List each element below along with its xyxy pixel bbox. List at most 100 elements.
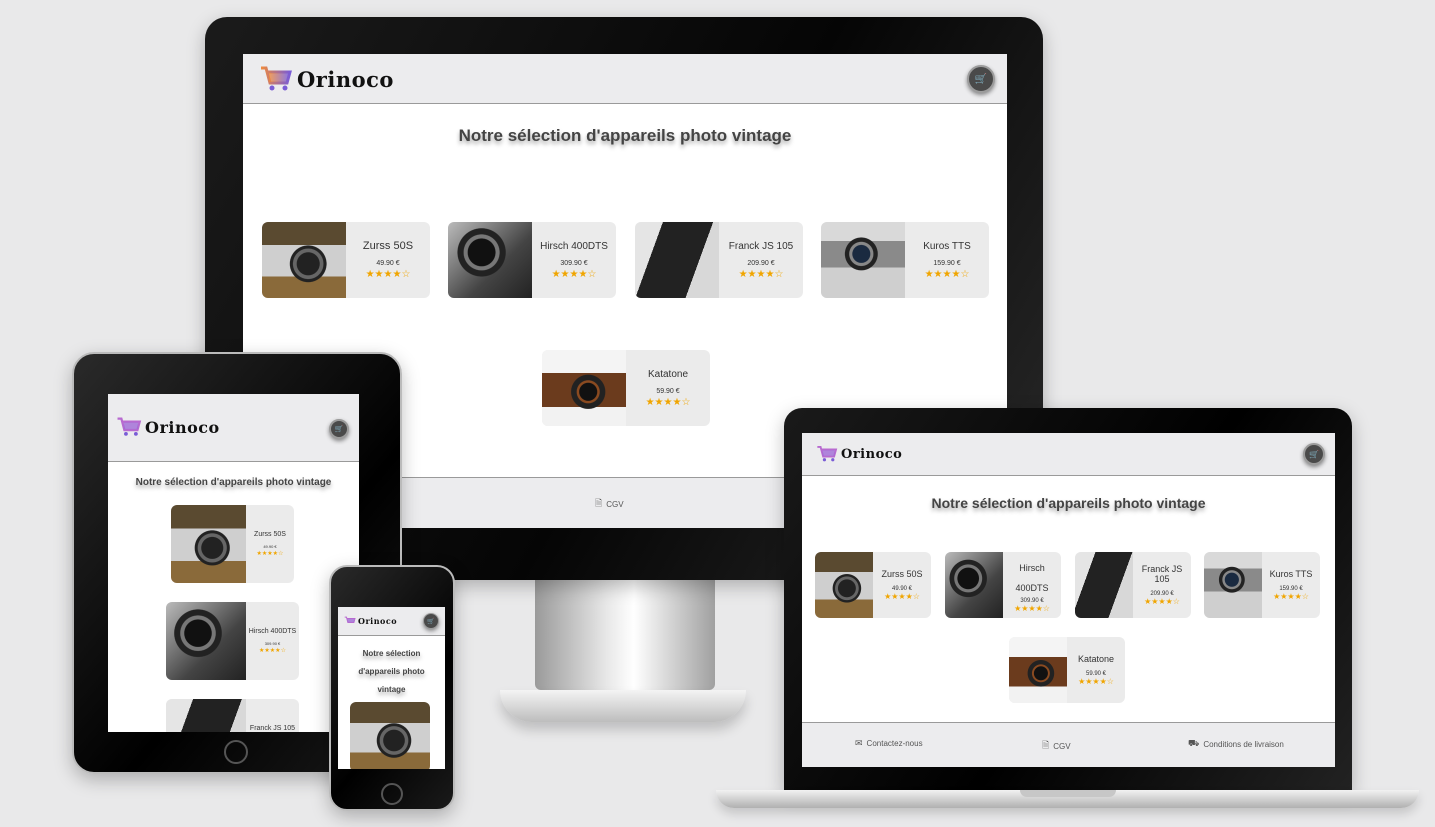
product-name: Hirsch 400DTS xyxy=(540,240,608,252)
product-card[interactable]: Hirsch 400DTS 309.90 € ★★★★☆ xyxy=(448,222,616,298)
rating-stars: ★★★★☆ xyxy=(1014,603,1050,613)
footer-contact-link[interactable]: ✉ Contactez-nous xyxy=(855,738,923,749)
cart-icon: 🛒 xyxy=(427,618,435,625)
site-logo[interactable]: Orinoco xyxy=(116,416,220,438)
cart-button[interactable]: 🛒 xyxy=(329,419,349,439)
product-name: Franck JS 105 xyxy=(1141,564,1183,584)
product-name: Franck JS 105 xyxy=(249,725,296,732)
product-name: Franck JS 105 xyxy=(728,240,794,252)
rating-stars: ★★★★☆ xyxy=(256,551,284,557)
page-title: Notre sélection d'appareils photo vintag… xyxy=(931,495,1206,511)
monitor-base xyxy=(500,690,746,722)
camera-zurss xyxy=(815,552,873,618)
product-price: 209.90 € xyxy=(747,259,775,267)
footer-cgv-link[interactable]: 🗎 CGV xyxy=(1042,738,1071,754)
laptop-screen: Orinoco 🛒 Notre sélection d'appareils ph… xyxy=(802,433,1335,767)
camera-zurss xyxy=(171,505,246,583)
brand-name: Orinoco xyxy=(297,66,394,92)
product-price: 49.90 € xyxy=(263,544,277,549)
product-name: Hirsch 400DTS xyxy=(1015,562,1049,593)
page-title: Notre sélection d'appareils photo vintag… xyxy=(358,649,425,694)
product-name: Katatone xyxy=(647,368,689,380)
cart-button[interactable]: 🛒 xyxy=(967,65,995,93)
product-card[interactable]: Kuros TTS 159.90 € ★★★★☆ xyxy=(821,222,989,298)
site-header: Orinoco 🛒 xyxy=(243,54,1007,104)
cart-icon: 🛒 xyxy=(1309,449,1319,459)
camera-kuros xyxy=(1204,552,1262,618)
rating-stars: ★★★★☆ xyxy=(1078,677,1114,686)
camera-franck xyxy=(1075,552,1133,618)
rating-stars: ★★★★☆ xyxy=(365,269,411,280)
product-price: 309.90 € xyxy=(264,641,281,646)
brand-name: Orinoco xyxy=(145,417,220,437)
product-name: Katatone xyxy=(1077,654,1115,664)
camera-katatone xyxy=(1009,637,1067,703)
document-icon: 🗎 xyxy=(1042,740,1050,750)
product-card[interactable]: Kuros TTS 159.90 € ★★★★☆ xyxy=(1204,552,1320,618)
truck-icon: ⛟ xyxy=(1188,738,1200,748)
monitor-stand xyxy=(535,580,715,690)
footer-cgv-link[interactable]: 🗎 CGV xyxy=(595,496,624,512)
product-card[interactable]: Katatone 59.90 € ★★★★☆ xyxy=(542,350,710,426)
shopping-cart-icon xyxy=(344,616,356,623)
tablet-home-button xyxy=(224,740,248,764)
camera-franck xyxy=(635,222,719,298)
product-card[interactable]: Franck JS 105209.90 €★★★★☆ xyxy=(166,699,299,732)
product-card[interactable] xyxy=(350,702,430,769)
cart-button[interactable]: 🛒 xyxy=(423,613,439,629)
shopping-cart-icon xyxy=(261,66,292,91)
camera-kuros xyxy=(821,222,905,298)
camera-zurss xyxy=(262,222,346,298)
product-name: Kuros TTS xyxy=(1269,569,1313,579)
product-price: 309.90 € xyxy=(560,259,588,267)
product-name: Zurss 50S xyxy=(362,240,414,252)
product-card[interactable]: Zurss 50S 49.90 € ★★★★☆ xyxy=(815,552,931,618)
camera-hirsch xyxy=(945,552,1003,618)
camera-hirsch xyxy=(448,222,532,298)
shopping-cart-icon xyxy=(817,445,838,462)
product-card[interactable]: Hirsch 400DTS 309.90 € ★★★★☆ xyxy=(945,552,1061,618)
product-name: Zurss 50S xyxy=(254,531,286,538)
site-header: Orinoco 🛒 xyxy=(338,607,445,636)
product-name: Hirsch 400DTS xyxy=(248,628,297,635)
product-name: Kuros TTS xyxy=(923,240,971,252)
product-name: Zurss 50S xyxy=(881,569,923,579)
product-card[interactable]: Zurss 50S 49.90 € ★★★★☆ xyxy=(262,222,430,298)
product-price: 59.90 € xyxy=(656,387,680,395)
rating-stars: ★★★★☆ xyxy=(884,592,920,601)
product-card[interactable]: Franck JS 105 209.90 €★★★★☆ xyxy=(635,222,803,298)
site-header: Orinoco 🛒 xyxy=(802,433,1335,476)
rating-stars: ★★★★☆ xyxy=(551,268,597,280)
product-card[interactable]: Hirsch 400DTS 309.90 € ★★★★☆ xyxy=(166,602,299,680)
page-title: Notre sélection d'appareils photo vintag… xyxy=(458,126,792,145)
shopping-cart-icon xyxy=(117,417,142,436)
site-logo[interactable]: Orinoco xyxy=(816,445,902,463)
brand-name: Orinoco xyxy=(358,616,398,626)
page-title: Notre sélection d'appareils photo vintag… xyxy=(135,477,332,488)
tablet-screen: Orinoco 🛒 Notre sélection d'appareils ph… xyxy=(108,394,359,732)
product-card[interactable]: Franck JS 105209.90 €★★★★☆ xyxy=(1075,552,1191,618)
rating-stars: ★★★★☆ xyxy=(924,268,970,280)
camera-franck xyxy=(166,699,246,732)
product-price: 49.90 € xyxy=(376,260,400,267)
rating-stars: ★★★★☆ xyxy=(645,396,691,408)
camera-zurss xyxy=(350,702,430,769)
site-header: Orinoco 🛒 xyxy=(108,394,359,462)
footer-delivery-link[interactable]: ⛟ Conditions de livraison xyxy=(1188,738,1284,750)
rating-stars: ★★★★☆ xyxy=(738,268,784,280)
envelope-icon: ✉ xyxy=(855,738,863,748)
cart-icon: 🛒 xyxy=(974,73,988,85)
product-card[interactable]: Katatone 59.90 € ★★★★☆ xyxy=(1009,637,1125,703)
rating-stars: ★★★★☆ xyxy=(259,648,286,654)
rating-stars: ★★★★☆ xyxy=(1144,597,1180,606)
product-card[interactable]: Zurss 50S 49.90 € ★★★★☆ xyxy=(171,505,294,583)
rating-stars: ★★★★☆ xyxy=(1273,592,1309,601)
phone-screen: Orinoco 🛒 Notre sélection d'appareils ph… xyxy=(338,607,445,769)
laptop-notch xyxy=(1020,790,1116,797)
site-logo[interactable]: Orinoco xyxy=(344,616,397,626)
camera-hirsch xyxy=(166,602,246,680)
site-logo[interactable]: Orinoco xyxy=(259,65,394,93)
camera-katatone xyxy=(542,350,626,426)
site-footer: ✉ Contactez-nous 🗎 CGV ⛟ Conditions de livr… xyxy=(802,722,1335,767)
cart-button[interactable]: 🛒 xyxy=(1303,443,1325,465)
